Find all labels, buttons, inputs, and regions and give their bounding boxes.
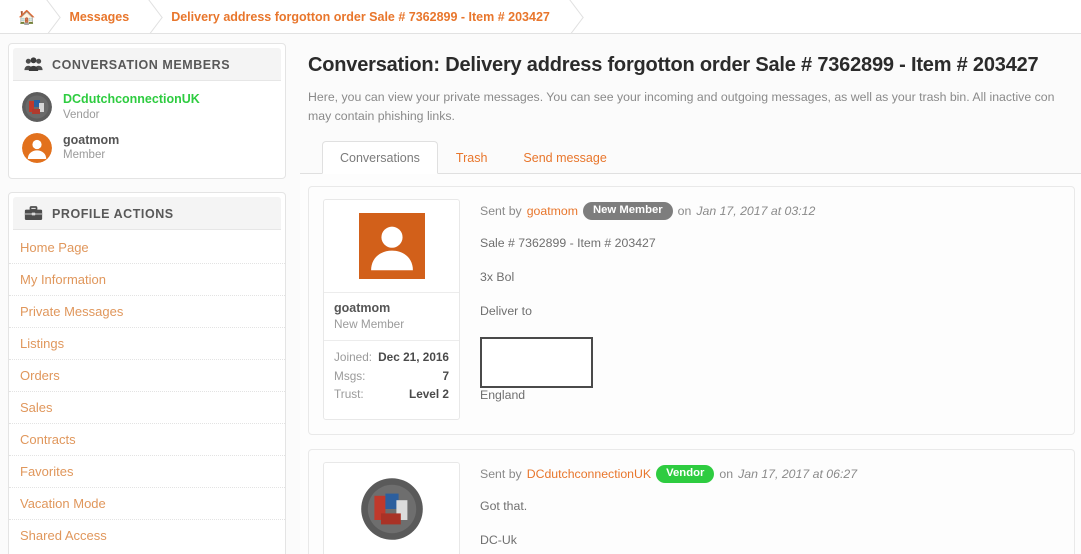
member-info: DCdutchconnectionUK Vendor [63,92,200,123]
person-silhouette-avatar [358,213,425,280]
sidebar-item-listings[interactable]: Listings [9,328,285,361]
message-timestamp: Jan 17, 2017 at 06:27 [738,466,858,481]
person-silhouette-avatar [22,132,52,163]
main-content: Conversation: Delivery address forgotton… [296,43,1081,554]
message-line: Got that. [480,498,528,513]
message-author-card: goatmom New Member Joined: Dec 21, 2016 … [323,199,460,421]
profile-actions-panel: PROFILE ACTIONS Home Page My Information… [8,192,286,554]
sender-link[interactable]: goatmom [527,204,578,218]
stat-joined: Joined: Dec 21, 2016 [334,348,449,367]
message-header: Sent by DCdutchconnectionUK Vendor on Ja… [480,465,1060,483]
message-line: 3x Bol [480,269,515,284]
stat-label: Trust: [334,387,364,402]
message-line: Deliver to [480,304,532,319]
stat-trust: Trust: Level 2 [334,385,449,404]
home-icon: 🏠 [18,8,36,25]
tab-send-message[interactable]: Send message [505,141,624,174]
page-title: Conversation: Delivery address forgotton… [308,54,1039,76]
conversation-members-panel: CONVERSATION MEMBERS DCdutchconnectionUK [8,43,286,180]
message-avatar-wrap [324,463,459,554]
author-role: New Member [334,317,405,332]
stat-value: 7 [442,368,449,383]
member-row[interactable]: goatmom Member [9,128,285,169]
member-name[interactable]: goatmom [63,133,119,149]
conversations-panel: goatmom New Member Joined: Dec 21, 2016 … [300,174,1081,554]
author-stats: Joined: Dec 21, 2016 Msgs: 7 Trust: Leve… [324,341,459,412]
stat-msgs: Msgs: 7 [334,367,449,386]
sidebar-item-favorites[interactable]: Favorites [9,456,285,489]
message-author-identity: goatmom New Member [324,293,459,342]
tab-trash[interactable]: Trash [438,141,506,174]
sidebar-item-my-information[interactable]: My Information [9,264,285,297]
breadcrumb-item-messages[interactable]: Messages [47,0,150,33]
on-label: on [677,203,692,218]
sidebar-item-private-messages[interactable]: Private Messages [9,296,285,329]
sidebar-item-orders[interactable]: Orders [9,360,285,393]
member-info: goatmom Member [63,133,119,164]
sidebar: CONVERSATION MEMBERS DCdutchconnectionUK [0,43,296,554]
sent-by-label: Sent by [480,466,522,481]
conversation-members-header: CONVERSATION MEMBERS [13,48,281,81]
page-body: CONVERSATION MEMBERS DCdutchconnectionUK [0,34,1081,554]
vendor-emblem-avatar [22,92,52,123]
breadcrumb-item-conversation[interactable]: Delivery address forgotton order Sale # … [149,0,570,33]
on-label: on [719,466,734,481]
message-timestamp: Jan 17, 2017 at 03:12 [696,203,816,218]
sent-by-label: Sent by [480,203,522,218]
message-line: Sale # 7362899 - Item # 203427 [480,235,656,250]
tab-bar: Conversations Trash Send message [300,126,1081,175]
status-badge: New Member [582,202,673,220]
member-role: Member [63,149,106,162]
stat-value: Level 2 [408,387,449,402]
status-badge: Vendor [656,465,715,483]
panel-title: PROFILE ACTIONS [52,206,174,221]
sender-link[interactable]: DCdutchconnectionUK [527,467,651,481]
panel-title: CONVERSATION MEMBERS [52,57,231,72]
profile-actions-list: Home Page My Information Private Message… [9,230,285,554]
sidebar-item-contracts[interactable]: Contracts [9,424,285,457]
member-name[interactable]: DCdutchconnectionUK [63,92,200,108]
message-card: DCdutchconnectionUK Vendor Sent by DCdut… [308,449,1075,554]
sidebar-item-vacation-mode[interactable]: Vacation Mode [9,488,285,521]
stat-label: Joined: [334,350,373,365]
message-avatar-wrap [324,200,459,294]
message-header: Sent by goatmom New Member on Jan 17, 20… [480,202,1060,220]
message-line: DC-Uk [480,533,517,548]
redaction-box [480,336,593,388]
message-author-card: DCdutchconnectionUK Vendor [323,462,460,554]
briefcase-icon [24,206,43,221]
stat-value: Dec 21, 2016 [378,350,449,365]
breadcrumb: 🏠 Messages Delivery address forgotton or… [0,0,1081,34]
author-name[interactable]: goatmom [334,301,449,315]
sidebar-item-shared-access[interactable]: Shared Access [9,520,285,551]
profile-actions-header: PROFILE ACTIONS [13,197,281,231]
vendor-emblem-avatar [360,478,423,541]
sidebar-item-sales[interactable]: Sales [9,392,285,425]
message-card: goatmom New Member Joined: Dec 21, 2016 … [308,186,1075,436]
member-row[interactable]: DCdutchconnectionUK Vendor [9,87,285,128]
stat-label: Msgs: [334,368,366,383]
sidebar-item-home-page[interactable]: Home Page [9,232,285,265]
member-role: Vendor [63,108,100,121]
breadcrumb-label: Messages [69,9,130,24]
users-icon [24,57,43,71]
page-description: Here, you can view your private messages… [308,90,1055,124]
breadcrumb-label: Delivery address forgotton order Sale # … [171,9,550,24]
message-body: Sent by goatmom New Member on Jan 17, 20… [480,199,1060,420]
members-list: DCdutchconnectionUK Vendor goatmom Membe… [9,81,285,178]
message-body: Sent by DCdutchconnectionUK Vendor on Ja… [480,462,1060,554]
tab-conversations[interactable]: Conversations [322,141,438,175]
breadcrumb-home[interactable]: 🏠 [0,0,48,33]
message-line: England [480,387,526,402]
